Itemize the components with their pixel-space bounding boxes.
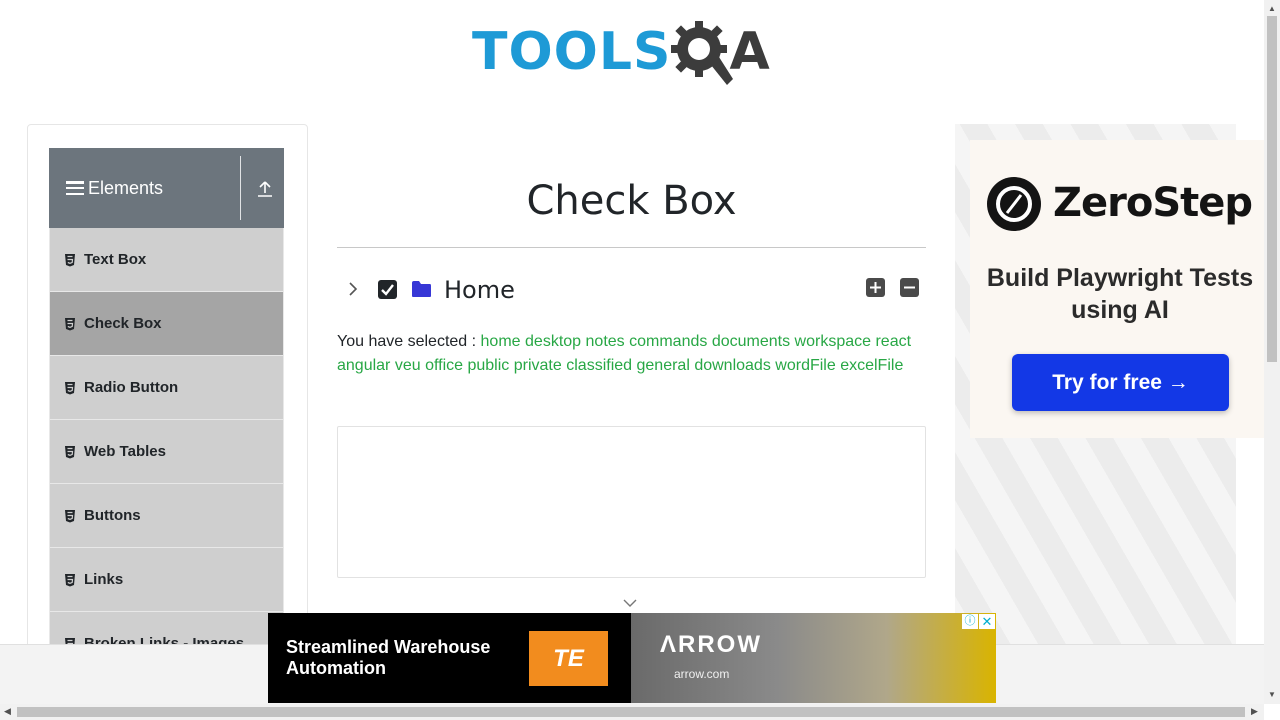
tree-node-home: Home [337, 272, 926, 308]
zerostep-logo-icon [987, 177, 1041, 231]
logo-text: TOOLS [472, 22, 672, 82]
sidebar-item-label: Check Box [84, 315, 162, 332]
title-divider [337, 247, 926, 248]
selected-item: react [875, 333, 912, 350]
scroll-down-icon[interactable]: ▼ [1268, 690, 1276, 699]
logo-suffix: A [729, 22, 770, 82]
ad-tagline: Build Playwright Tests using AI [986, 264, 1254, 324]
selected-item: excelFile [840, 357, 904, 374]
selected-item: office [425, 357, 464, 374]
arrow-url: arrow.com [674, 667, 730, 681]
selected-item: notes [585, 333, 625, 350]
result-prefix: You have selected : [337, 333, 477, 350]
content-panel [337, 426, 926, 578]
selected-item: veu [394, 357, 421, 374]
folder-icon [412, 281, 431, 297]
gear-magnifier-icon [671, 21, 734, 85]
te-logo: TE [529, 631, 608, 686]
chevron-right-icon[interactable] [345, 280, 361, 298]
sidebar-item-label: Radio Button [84, 379, 179, 396]
html5-icon [65, 253, 75, 266]
ad-close-icon[interactable]: ✕ [979, 614, 995, 629]
expand-all-button[interactable] [866, 278, 885, 297]
vertical-scroll-thumb[interactable] [1267, 16, 1277, 362]
sidebar-item-buttons[interactable]: Buttons [49, 484, 284, 548]
sidebar-item-label: Text Box [84, 251, 147, 268]
sidebar-item-text-box[interactable]: Text Box [49, 228, 284, 292]
sidebar-item-label: Buttons [84, 507, 141, 524]
page-title: Check Box [526, 178, 737, 224]
toolsqa-logo[interactable]: TOOLS A [472, 14, 796, 90]
arrow-logo: ΛRROW [660, 631, 762, 658]
selection-result: You have selected : home desktop notes c… [337, 330, 926, 378]
sidebar-item-links[interactable]: Links [49, 548, 284, 612]
sidebar-item-check-box[interactable]: Check Box [49, 292, 284, 356]
html5-icon [65, 509, 75, 522]
sidebar-item-web-tables[interactable]: Web Tables [49, 420, 284, 484]
html5-icon [65, 317, 75, 330]
sidebar-item-radio-button[interactable]: Radio Button [49, 356, 284, 420]
vertical-scrollbar[interactable]: ▲ ▼ [1264, 0, 1280, 704]
hamburger-icon [66, 181, 84, 195]
html5-icon [65, 445, 75, 458]
selected-item: downloads [694, 357, 771, 374]
selected-item: commands [629, 333, 708, 350]
sidebar-item-label: Web Tables [84, 443, 166, 460]
header-divider [240, 156, 241, 220]
ad-brand: ZeroStep [1053, 180, 1253, 226]
bottom-banner-ad[interactable]: Streamlined Warehouse Automation TE ΛRRO… [268, 613, 996, 703]
selected-item: classified [566, 357, 633, 374]
scroll-up-icon[interactable]: ▲ [1268, 4, 1276, 13]
group-title: Elements [88, 177, 164, 198]
sidebar-menu: Text Box Check Box Radio Button Web Tables B… [49, 228, 284, 676]
collapse-up-icon[interactable] [257, 180, 273, 198]
sidebar-item-label: Links [84, 571, 124, 588]
banner-headline: Streamlined Warehouse Automation [286, 637, 491, 678]
selected-item: public [467, 357, 510, 374]
selected-item: home [480, 333, 521, 350]
selected-item: wordFile [775, 357, 836, 374]
selected-item: private [513, 357, 562, 374]
selected-item: general [636, 357, 690, 374]
selected-item: desktop [525, 333, 582, 350]
selected-item: documents [711, 333, 791, 350]
selected-item: workspace [794, 333, 872, 350]
scroll-right-icon[interactable]: ▶ [1251, 706, 1258, 717]
html5-icon [65, 381, 75, 394]
try-for-free-button[interactable]: Try for free → [1012, 354, 1229, 411]
horizontal-scroll-thumb[interactable] [17, 707, 1245, 717]
horizontal-scrollbar[interactable]: ◀ ▶ [0, 704, 1264, 720]
tree-node-label[interactable]: Home [444, 276, 515, 304]
collapse-all-button[interactable] [900, 278, 919, 297]
html5-icon [65, 573, 75, 586]
scroll-left-icon[interactable]: ◀ [4, 706, 11, 717]
selected-item: angular [337, 357, 391, 374]
home-checkbox[interactable] [378, 280, 397, 299]
chevron-down-icon[interactable] [622, 598, 638, 608]
elements-group-header[interactable]: Elements [49, 148, 284, 228]
ad-info-icon[interactable]: ⓘ [962, 614, 978, 629]
